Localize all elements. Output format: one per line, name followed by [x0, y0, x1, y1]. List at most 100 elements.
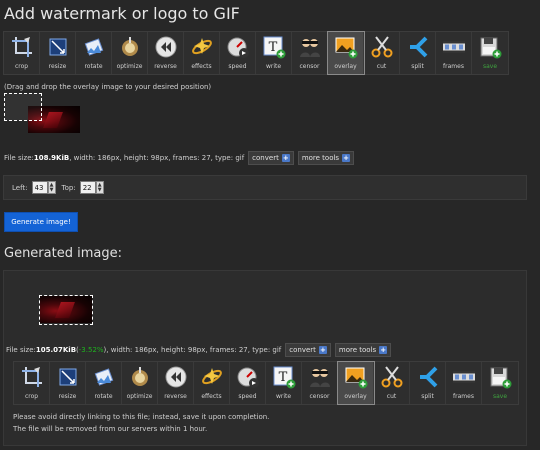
- tool-overlay[interactable]: overlay: [337, 361, 375, 405]
- tool-cut[interactable]: cut: [374, 362, 410, 404]
- tool-label: resize: [48, 63, 67, 70]
- tool-bar: crop resize rotate optimize reverse effects sp…: [3, 31, 509, 75]
- effects-icon: [189, 34, 215, 60]
- tool-censor[interactable]: censor: [292, 32, 328, 74]
- tool-label: effects: [201, 393, 222, 400]
- result-more-tools-button[interactable]: more tools +: [334, 343, 392, 357]
- tool-rotate[interactable]: rotate: [76, 32, 112, 74]
- tool-censor[interactable]: censor: [302, 362, 338, 404]
- tool-label: rotate: [84, 63, 103, 70]
- overlay-icon: [343, 364, 369, 390]
- tool-label: speed: [238, 393, 257, 400]
- tool-label: overlay: [334, 63, 357, 70]
- censor-icon: [307, 364, 333, 390]
- tool-label: write: [265, 63, 282, 70]
- more-tools-button[interactable]: more tools +: [297, 151, 355, 165]
- size-change: -3.52%: [78, 346, 104, 354]
- tool-frames[interactable]: frames: [446, 362, 482, 404]
- optimize-icon: [117, 34, 143, 60]
- notes: Please avoid directly linking to this fi…: [13, 413, 270, 433]
- save-icon: [477, 34, 503, 60]
- tool-write[interactable]: Twrite: [266, 362, 302, 404]
- plus-icon: +: [281, 154, 290, 162]
- file-info: File size: 108.9KiB , width: 186px, heig…: [4, 151, 355, 165]
- plus-icon: +: [342, 154, 351, 162]
- tool-crop[interactable]: crop: [4, 32, 40, 74]
- generated-title: Generated image:: [4, 246, 122, 261]
- tool-speed[interactable]: speed: [220, 32, 256, 74]
- tool-save[interactable]: save: [472, 32, 508, 74]
- effects-icon: [199, 364, 225, 390]
- generate-button[interactable]: Generate image!: [4, 212, 78, 232]
- tool-effects[interactable]: effects: [194, 362, 230, 404]
- tool-label: censor: [299, 63, 320, 70]
- tool-label: censor: [309, 393, 330, 400]
- tool-label: split: [421, 393, 434, 400]
- tool-split[interactable]: split: [410, 362, 446, 404]
- tool-label: optimize: [126, 393, 153, 400]
- resize-icon: [45, 34, 71, 60]
- reverse-icon: [153, 34, 179, 60]
- tool-resize[interactable]: resize: [40, 32, 76, 74]
- svg-text:T: T: [278, 370, 287, 385]
- result-convert-button[interactable]: convert +: [285, 343, 331, 357]
- tool-optimize[interactable]: optimize: [122, 362, 158, 404]
- top-field[interactable]: ▲▼: [79, 181, 104, 194]
- rotate-icon: [81, 34, 107, 60]
- tool-optimize[interactable]: optimize: [112, 32, 148, 74]
- tool-effects[interactable]: effects: [184, 32, 220, 74]
- write-icon: T: [261, 34, 287, 60]
- tool-label: frames: [453, 393, 474, 400]
- tool-label: optimize: [116, 63, 143, 70]
- tool-label: save: [492, 393, 508, 400]
- plus-icon: +: [318, 346, 327, 354]
- position-panel: Left: ▲▼ Top: ▲▼: [3, 175, 527, 200]
- tool-crop[interactable]: crop: [14, 362, 50, 404]
- tool-frames[interactable]: frames: [436, 32, 472, 74]
- frames-icon: [451, 364, 477, 390]
- result-file-info: File size: 105.07KiB ( -3.52% ) , width:…: [6, 343, 392, 357]
- page-title: Add watermark or logo to GIF: [4, 4, 240, 23]
- tool-label: effects: [191, 63, 212, 70]
- tool-speed[interactable]: speed: [230, 362, 266, 404]
- resize-icon: [55, 364, 81, 390]
- frames-icon: [441, 34, 467, 60]
- tool-label: cut: [386, 393, 397, 400]
- left-field[interactable]: ▲▼: [31, 181, 56, 194]
- spinner-icon[interactable]: ▲ ▼: [47, 181, 56, 194]
- tool-cut[interactable]: cut: [364, 32, 400, 74]
- left-input[interactable]: [31, 181, 48, 194]
- convert-button[interactable]: convert +: [248, 151, 294, 165]
- rotate-icon: [91, 364, 117, 390]
- tool-reverse[interactable]: reverse: [148, 32, 184, 74]
- tool-rotate[interactable]: rotate: [86, 362, 122, 404]
- result-tool-bar: crop resize rotate optimize reverse effects sp…: [13, 361, 519, 405]
- tool-save[interactable]: save: [482, 362, 518, 404]
- overlay-icon: [333, 34, 359, 60]
- crop-icon: [19, 364, 45, 390]
- svg-text:T: T: [268, 40, 277, 55]
- result-panel: File size: 105.07KiB ( -3.52% ) , width:…: [3, 270, 527, 446]
- tool-write[interactable]: Twrite: [256, 32, 292, 74]
- spinner-icon[interactable]: ▲ ▼: [95, 181, 104, 194]
- crop-icon: [9, 34, 35, 60]
- result-file-size: 105.07KiB: [35, 346, 77, 354]
- tool-label: frames: [443, 63, 464, 70]
- speed-icon: [225, 34, 251, 60]
- write-icon: T: [271, 364, 297, 390]
- censor-icon: [297, 34, 323, 60]
- tool-resize[interactable]: resize: [50, 362, 86, 404]
- overlay-drag-box[interactable]: [4, 93, 42, 121]
- left-label: Left:: [12, 183, 28, 192]
- tool-label: crop: [14, 63, 29, 70]
- file-size: 108.9KiB: [33, 154, 70, 162]
- tool-split[interactable]: split: [400, 32, 436, 74]
- tool-label: save: [482, 63, 498, 70]
- tool-reverse[interactable]: reverse: [158, 362, 194, 404]
- tool-label: write: [275, 393, 292, 400]
- generated-image-frame: [39, 295, 93, 325]
- top-input[interactable]: [79, 181, 96, 194]
- tool-overlay[interactable]: overlay: [327, 31, 365, 75]
- tool-label: split: [411, 63, 424, 70]
- top-label: Top:: [61, 183, 76, 192]
